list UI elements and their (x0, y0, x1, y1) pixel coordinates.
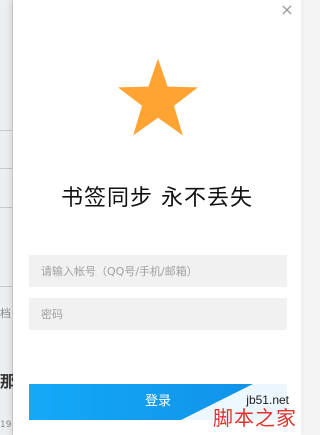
background-divider (0, 130, 12, 131)
bookmark-sync-login-panel: × 书签同步 永不丢失 登录 (13, 0, 301, 435)
background-divider (0, 168, 12, 169)
password-input[interactable] (29, 298, 287, 330)
close-icon[interactable]: × (280, 0, 293, 19)
background-text: 档 (0, 307, 11, 320)
star-icon (118, 58, 198, 136)
login-button[interactable]: 登录 (29, 384, 287, 420)
background-divider (0, 207, 12, 208)
background-text: 19 (0, 420, 12, 430)
close-button[interactable]: × (279, 2, 295, 18)
background-window: 档 那 19 (0, 0, 16, 435)
background-divider (0, 286, 12, 287)
page-title: 书签同步 永不丢失 (61, 186, 253, 211)
account-input[interactable] (29, 255, 287, 287)
